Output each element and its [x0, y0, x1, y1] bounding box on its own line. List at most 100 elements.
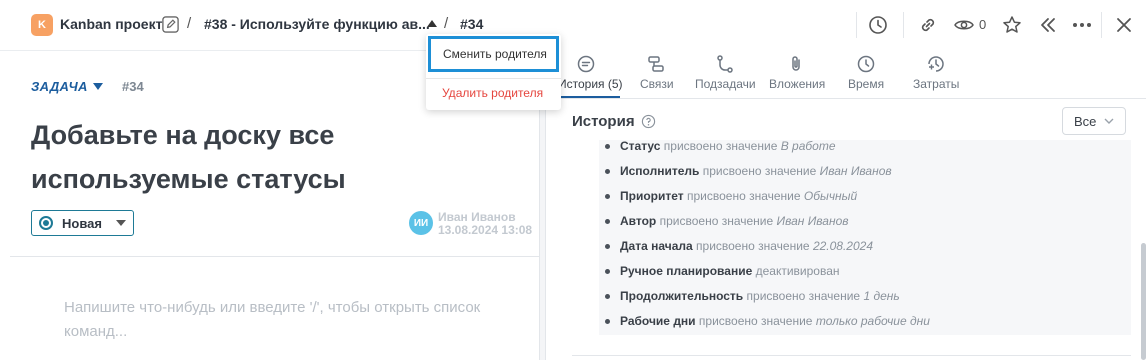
- header-divider: [856, 12, 857, 38]
- bullet-icon: [605, 219, 610, 224]
- task-type-selector[interactable]: ЗАДАЧА: [31, 79, 88, 94]
- history-field: Автор: [620, 214, 657, 228]
- history-entry: Дата начала присвоено значение 22.08.202…: [599, 237, 1129, 257]
- bullet-icon: [605, 144, 610, 149]
- history-action: присвоено значение: [686, 189, 801, 203]
- tab-costs[interactable]: Затраты: [910, 54, 962, 98]
- help-icon[interactable]: [641, 114, 656, 129]
- history-action: деактивирован: [755, 264, 840, 278]
- tab-time[interactable]: Время: [845, 54, 885, 98]
- history-entry: Продолжительность присвоено значение 1 д…: [599, 287, 1129, 307]
- more-icon[interactable]: [1071, 14, 1093, 36]
- parent-menu-caret-icon[interactable]: [427, 20, 437, 27]
- history-filter-select[interactable]: Все: [1062, 107, 1126, 135]
- history-value: В работе: [780, 140, 836, 153]
- history-field: Статус: [620, 140, 661, 153]
- history-title: История: [572, 113, 635, 130]
- history-value: Обычный: [803, 189, 858, 203]
- history-entry: Приоритет присвоено значение Обычный: [599, 187, 1129, 207]
- history-action: присвоено значение: [746, 289, 861, 303]
- created-date: 13.08.2024 13:08: [438, 223, 533, 237]
- star-icon[interactable]: [1001, 14, 1023, 36]
- history-value: Иван Иванов: [776, 214, 849, 228]
- divider: [572, 355, 1131, 356]
- chevron-down-icon: [116, 220, 126, 226]
- tab-subtasks[interactable]: Подзадачи: [693, 54, 757, 98]
- header-bar: K Kanban проект / #38 - Используйте функ…: [0, 0, 1146, 50]
- history-field: Ручное планирование: [620, 264, 753, 278]
- divider: [10, 256, 540, 257]
- parent-task-link[interactable]: #38 - Используйте функцию ав...: [204, 16, 430, 32]
- history-entry: Исполнитель присвоено значение Иван Иван…: [599, 162, 1129, 182]
- clock-icon: [857, 55, 875, 73]
- remove-parent-menu-item[interactable]: Удалить родителя: [442, 86, 543, 100]
- history-action: присвоено значение: [663, 140, 778, 153]
- comment-editor[interactable]: Напишите что-нибудь или введите '/', что…: [64, 296, 504, 344]
- paperclip-icon: [792, 56, 800, 71]
- clock-icon[interactable]: [867, 14, 889, 36]
- history-entry: Рабочие дни присвоено значение только ра…: [599, 312, 1129, 332]
- tab-label: Подзадачи: [695, 77, 756, 91]
- breadcrumb-separator: /: [444, 15, 449, 32]
- links-icon: [648, 56, 664, 72]
- author-avatar: ИИ: [409, 211, 433, 235]
- close-icon[interactable]: [1113, 14, 1135, 36]
- status-label: Новая: [62, 216, 102, 231]
- tab-label: Связи: [640, 77, 674, 91]
- tab-label: История (5): [558, 77, 623, 91]
- breadcrumb-separator: /: [187, 15, 192, 32]
- bullet-icon: [605, 269, 610, 274]
- header-divider: [1101, 12, 1102, 38]
- header-divider: [903, 12, 904, 38]
- history-field: Рабочие дни: [620, 314, 696, 328]
- task-number: #34: [122, 79, 144, 94]
- menu-divider: [426, 78, 561, 79]
- history-entry: Статус присвоено значение В работе: [599, 140, 1129, 157]
- eye-icon[interactable]: [953, 14, 975, 36]
- bullet-icon: [605, 244, 610, 249]
- bullet-icon: [605, 294, 610, 299]
- history-value: 1 день: [863, 289, 900, 303]
- status-dropdown[interactable]: Новая: [31, 210, 134, 236]
- collapse-panel-icon[interactable]: [1037, 14, 1059, 36]
- tab-label: Затраты: [913, 77, 960, 91]
- task-title[interactable]: Добавьте на доску все используемые стату…: [31, 113, 521, 201]
- history-value: 22.08.2024: [812, 239, 873, 253]
- history-field: Приоритет: [620, 189, 684, 203]
- change-parent-menu-item[interactable]: Сменить родителя: [428, 36, 559, 72]
- history-list: Статус присвоено значение В работе Испол…: [599, 140, 1131, 335]
- history-action: присвоено значение: [696, 239, 810, 253]
- history-action: присвоено значение: [698, 314, 813, 328]
- history-action: присвоено значение: [702, 164, 817, 178]
- history-field: Исполнитель: [620, 164, 700, 178]
- chevron-down-icon: [1104, 118, 1114, 124]
- project-name-link[interactable]: Kanban проект: [60, 16, 162, 32]
- history-field: Дата начала: [620, 239, 693, 253]
- history-entry: Автор присвоено значение Иван Иванов: [599, 212, 1129, 232]
- filter-value: Все: [1074, 114, 1097, 129]
- tab-label: Вложения: [769, 77, 826, 91]
- chevron-down-icon[interactable]: [93, 83, 103, 90]
- bullet-icon: [605, 194, 610, 199]
- current-task-number: #34: [460, 16, 484, 32]
- history-entry: Ручное планирование деактивирован: [599, 262, 1129, 282]
- project-badge[interactable]: K: [31, 14, 53, 36]
- views-count: 0: [979, 17, 987, 32]
- bullet-icon: [605, 319, 610, 324]
- tab-history[interactable]: История (5): [556, 54, 623, 98]
- tab-label: Время: [848, 77, 885, 91]
- link-icon[interactable]: [917, 14, 939, 36]
- scrollbar[interactable]: [1141, 243, 1146, 360]
- history-value: только рабочие дни: [815, 314, 930, 328]
- subtasks-icon: [717, 55, 733, 73]
- bullet-icon: [605, 169, 610, 174]
- costs-icon: [928, 56, 944, 72]
- history-field: Продолжительность: [620, 289, 744, 303]
- tab-links[interactable]: Связи: [636, 54, 676, 98]
- parent-menu: Сменить родителя Удалить родителя: [426, 34, 561, 110]
- author-name: Иван Иванов: [438, 210, 516, 224]
- tab-attachments[interactable]: Вложения: [767, 54, 825, 98]
- status-radio-icon: [39, 216, 53, 230]
- edit-icon[interactable]: [161, 15, 180, 34]
- tabs-border: [546, 98, 1146, 99]
